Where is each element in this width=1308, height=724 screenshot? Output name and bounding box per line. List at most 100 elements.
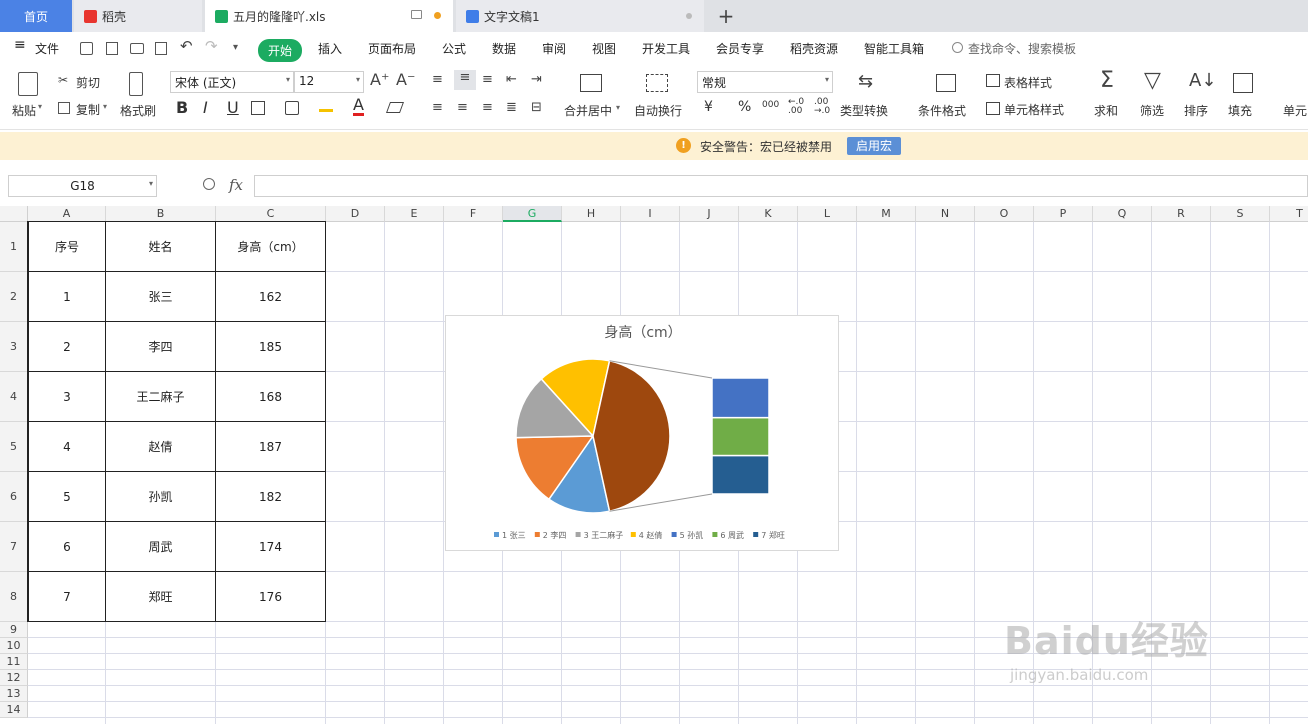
table-cell[interactable]: 郑旺 bbox=[106, 572, 216, 622]
secondary-bar-segment[interactable] bbox=[711, 416, 770, 457]
align-center-icon[interactable]: ≡ bbox=[457, 100, 468, 115]
thousands-button[interactable]: 000 bbox=[762, 100, 779, 110]
merge-center-button[interactable]: 合并居中 bbox=[564, 102, 612, 119]
column-header[interactable]: K bbox=[739, 206, 798, 222]
cut-button[interactable]: 剪切 bbox=[76, 74, 100, 91]
new-tab-button[interactable]: + bbox=[716, 0, 736, 32]
table-cell[interactable]: 174 bbox=[216, 522, 326, 572]
border-icon[interactable] bbox=[251, 101, 265, 115]
indent-decrease-icon[interactable]: ⇤ bbox=[506, 72, 517, 87]
column-header[interactable]: N bbox=[916, 206, 975, 222]
table-cell[interactable]: 2 bbox=[28, 322, 106, 372]
pie-chart[interactable]: 身高（cm） 1 张三 2 李四 3 王二麻子 4 赵倩 5 孙凯 6 周武 7 郑旺 bbox=[445, 315, 839, 551]
paste-button[interactable]: 粘贴 bbox=[12, 102, 36, 119]
font-name-select[interactable]: 宋体 (正文) ▾ bbox=[170, 71, 294, 93]
fill-down-icon[interactable] bbox=[1233, 73, 1253, 93]
row-header[interactable]: 13 bbox=[0, 686, 28, 702]
column-header[interactable]: T bbox=[1270, 206, 1308, 222]
table-cell[interactable]: 孙凯 bbox=[106, 472, 216, 522]
paste-dropdown-icon[interactable]: ▾ bbox=[38, 102, 42, 111]
table-header-cell[interactable]: 序号 bbox=[28, 222, 106, 272]
filter-button[interactable]: 筛选 bbox=[1140, 102, 1164, 119]
table-cell[interactable]: 赵倩 bbox=[106, 422, 216, 472]
wrap-text-button[interactable]: 自动换行 bbox=[634, 102, 682, 119]
column-header[interactable]: I bbox=[621, 206, 680, 222]
row-header[interactable]: 12 bbox=[0, 670, 28, 686]
justify-icon[interactable]: ≣ bbox=[506, 100, 517, 115]
table-cell[interactable]: 张三 bbox=[106, 272, 216, 322]
redo-icon[interactable]: ↷ bbox=[205, 37, 218, 55]
name-box[interactable]: G18 ▾ bbox=[8, 175, 157, 197]
table-cell[interactable]: 168 bbox=[216, 372, 326, 422]
column-header[interactable]: B bbox=[106, 206, 216, 222]
align-top-icon[interactable]: ≡ bbox=[432, 72, 443, 87]
column-header[interactable]: M bbox=[857, 206, 916, 222]
save-icon[interactable] bbox=[80, 42, 93, 55]
hamburger-icon[interactable]: ≡ bbox=[14, 37, 26, 53]
zoom-icon[interactable] bbox=[203, 178, 215, 190]
table-cell[interactable]: 4 bbox=[28, 422, 106, 472]
menu-smart-toolbox[interactable]: 智能工具箱 bbox=[864, 40, 924, 57]
menu-formula[interactable]: 公式 bbox=[442, 40, 466, 57]
eraser-icon[interactable] bbox=[385, 102, 405, 113]
row-header[interactable]: 2 bbox=[0, 272, 28, 322]
column-header[interactable]: D bbox=[326, 206, 385, 222]
table-header-cell[interactable]: 姓名 bbox=[106, 222, 216, 272]
font-color-icon[interactable]: A bbox=[353, 96, 364, 116]
sort-button[interactable]: 排序 bbox=[1184, 102, 1208, 119]
table-cell[interactable]: 周武 bbox=[106, 522, 216, 572]
conditional-format-icon[interactable] bbox=[936, 74, 956, 92]
command-search[interactable]: 查找命令、搜索模板 bbox=[968, 40, 1076, 57]
indent-increase-icon[interactable]: ⇥ bbox=[531, 72, 542, 87]
sort-icon[interactable]: A↓ bbox=[1189, 70, 1216, 91]
cell-style-button[interactable]: 单元格样式 bbox=[1004, 101, 1064, 118]
wrap-text-icon[interactable] bbox=[646, 74, 668, 92]
align-right-icon[interactable]: ≡ bbox=[482, 100, 493, 115]
merge-center-icon[interactable] bbox=[580, 74, 602, 92]
align-bottom-icon[interactable]: ≡ bbox=[482, 72, 493, 87]
table-cell[interactable]: 3 bbox=[28, 372, 106, 422]
row-header[interactable]: 14 bbox=[0, 702, 28, 718]
column-header[interactable]: A bbox=[28, 206, 106, 222]
menu-start[interactable]: 开始 bbox=[258, 39, 303, 62]
menu-review[interactable]: 审阅 bbox=[542, 40, 566, 57]
table-cell[interactable]: 1 bbox=[28, 272, 106, 322]
sum-icon[interactable]: Σ bbox=[1100, 68, 1114, 93]
table-cell[interactable]: 187 bbox=[216, 422, 326, 472]
column-header[interactable]: E bbox=[385, 206, 444, 222]
table-cell[interactable]: 176 bbox=[216, 572, 326, 622]
menu-insert[interactable]: 插入 bbox=[318, 40, 342, 57]
table-header-cell[interactable]: 身高（cm） bbox=[216, 222, 326, 272]
filter-icon[interactable]: ▽ bbox=[1144, 68, 1161, 93]
paste-icon[interactable] bbox=[18, 72, 38, 96]
menu-data[interactable]: 数据 bbox=[492, 40, 516, 57]
align-middle-icon[interactable]: ≡ bbox=[454, 70, 476, 90]
column-header[interactable]: P bbox=[1034, 206, 1093, 222]
tab-spreadsheet[interactable]: 五月的隆隆吖.xls bbox=[205, 0, 453, 32]
currency-button[interactable]: ¥ bbox=[704, 99, 713, 115]
table-cell[interactable]: 162 bbox=[216, 272, 326, 322]
table-cell[interactable]: 7 bbox=[28, 572, 106, 622]
cell-button[interactable]: 单元 bbox=[1283, 102, 1307, 119]
copy-button[interactable]: 复制 bbox=[76, 101, 100, 118]
menu-view[interactable]: 视图 bbox=[592, 40, 616, 57]
column-header[interactable]: S bbox=[1211, 206, 1270, 222]
table-cell[interactable]: 182 bbox=[216, 472, 326, 522]
column-header[interactable]: J bbox=[680, 206, 739, 222]
italic-button[interactable]: I bbox=[203, 98, 208, 117]
table-cell[interactable]: 6 bbox=[28, 522, 106, 572]
merge-dropdown-icon[interactable]: ▾ bbox=[616, 103, 620, 112]
type-convert-icon[interactable]: ⇆ bbox=[858, 71, 873, 92]
select-all-corner[interactable] bbox=[0, 206, 28, 222]
row-header[interactable]: 10 bbox=[0, 638, 28, 654]
pie-slice-other[interactable] bbox=[592, 359, 671, 513]
decrease-font-icon[interactable]: A⁻ bbox=[396, 70, 415, 89]
table-cell[interactable]: 王二麻子 bbox=[106, 372, 216, 422]
table-cell[interactable]: 李四 bbox=[106, 322, 216, 372]
more-dropdown-icon[interactable]: ▾ bbox=[233, 42, 238, 53]
distributed-icon[interactable]: ⊟ bbox=[531, 100, 542, 115]
column-header[interactable]: L bbox=[798, 206, 857, 222]
menu-page-layout[interactable]: 页面布局 bbox=[368, 40, 416, 57]
fx-icon[interactable]: fx bbox=[229, 176, 243, 194]
underline-button[interactable]: U bbox=[227, 98, 239, 117]
